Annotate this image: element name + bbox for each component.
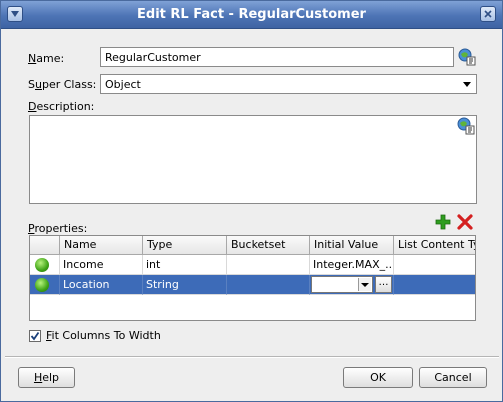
ok-button[interactable]: OK <box>343 367 413 388</box>
description-resource-bundle-icon[interactable] <box>457 117 475 135</box>
properties-table: Name Type Bucketset Initial Value List C… <box>29 235 476 321</box>
table-row[interactable]: Income int Integer.MAX_... <box>30 255 475 275</box>
type-cell[interactable]: int <box>143 255 227 275</box>
chevron-down-icon <box>463 82 471 87</box>
footer-divider <box>5 356 499 358</box>
ellipsis-button[interactable]: … <box>375 276 392 293</box>
table-header: Name Type Bucketset Initial Value List C… <box>30 236 475 255</box>
list-content-type-cell[interactable] <box>394 275 475 295</box>
status-column-header[interactable] <box>30 236 60 254</box>
close-window-icon[interactable] <box>480 6 496 22</box>
super-class-select[interactable]: Object <box>100 74 477 94</box>
bucketset-cell[interactable] <box>227 255 310 275</box>
bucketset-cell[interactable] <box>227 275 310 295</box>
valid-status-icon <box>35 278 49 292</box>
status-cell <box>30 255 60 275</box>
description-label: Description: <box>28 100 95 113</box>
window-title: Edit RL Fact - RegularCustomer <box>137 7 366 22</box>
name-cell[interactable]: Location <box>60 275 143 295</box>
status-cell <box>30 275 60 295</box>
column-header-bucketset[interactable]: Bucketset <box>227 236 310 254</box>
checkmark-icon <box>30 331 40 341</box>
initial-value-cell[interactable]: Integer.MAX_... <box>310 255 394 275</box>
edit-rl-fact-dialog: Edit RL Fact - RegularCustomer Name: Reg… <box>0 0 503 402</box>
add-icon[interactable] <box>434 213 452 231</box>
properties-label: Properties: <box>28 222 88 235</box>
name-label: Name: <box>28 52 65 65</box>
initial-value-combo[interactable] <box>311 276 373 293</box>
description-field[interactable] <box>29 115 477 204</box>
column-header-initial-value[interactable]: Initial Value <box>310 236 394 254</box>
super-class-label: Super Class: <box>28 78 97 91</box>
help-button[interactable]: Help <box>18 367 75 388</box>
type-cell[interactable]: String <box>143 275 227 295</box>
table-row-selected[interactable]: Location String … <box>30 275 475 295</box>
initial-value-cell-editor: … <box>310 275 394 295</box>
super-class-value: Object <box>105 78 141 91</box>
name-cell[interactable]: Income <box>60 255 143 275</box>
name-field[interactable]: RegularCustomer <box>100 47 454 67</box>
fit-columns-checkbox[interactable] <box>29 330 41 342</box>
chevron-down-icon[interactable] <box>358 278 371 291</box>
cancel-button[interactable]: Cancel <box>419 367 487 388</box>
column-header-type[interactable]: Type <box>143 236 227 254</box>
delete-icon[interactable] <box>456 213 474 231</box>
name-field-value: RegularCustomer <box>105 51 201 64</box>
fit-columns-label[interactable]: Fit Columns To Width <box>46 329 161 342</box>
column-header-name[interactable]: Name <box>60 236 143 254</box>
valid-status-icon <box>35 258 49 272</box>
resource-bundle-icon[interactable] <box>458 48 476 66</box>
title-bar[interactable]: Edit RL Fact - RegularCustomer <box>1 1 502 29</box>
column-header-list-content-type[interactable]: List Content Type <box>394 236 475 254</box>
list-content-type-cell[interactable] <box>394 255 475 275</box>
